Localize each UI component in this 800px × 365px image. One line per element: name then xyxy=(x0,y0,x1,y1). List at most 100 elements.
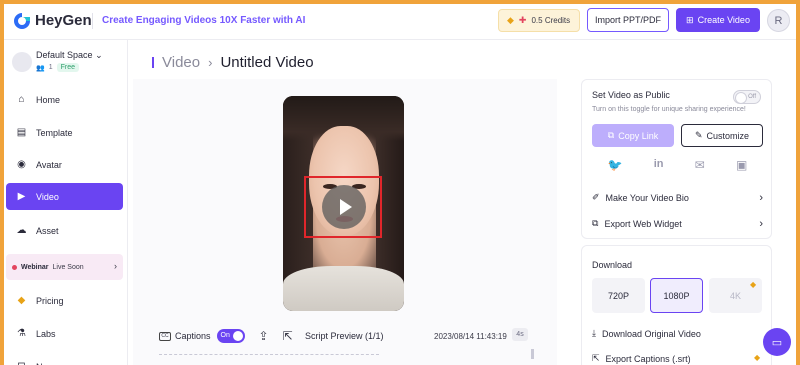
credits-text: 0.5 Credits xyxy=(531,16,571,25)
avatar-icon: ◉ xyxy=(17,159,26,170)
mail-icon[interactable]: ✉ xyxy=(695,158,705,172)
app-window: HeyGen Create Engaging Videos 10X Faster… xyxy=(4,4,796,365)
template-icon: ▤ xyxy=(16,127,27,138)
labs-icon: ⚗ xyxy=(17,328,26,339)
copy-link-button[interactable]: ⧉ Copy Link xyxy=(592,124,674,147)
video-icon: ▶ xyxy=(17,191,26,202)
export-captions-link[interactable]: ⇱ Export Captions (.srt) xyxy=(592,353,763,364)
script-preview-label[interactable]: Script Preview (1/1) xyxy=(305,331,384,341)
download-panel: Download 720P 1080P 4K ◆ ⤓ Download Orig… xyxy=(581,245,772,365)
tagline: Create Engaging Videos 10X Faster with A… xyxy=(102,15,306,26)
top-header: HeyGen Create Engaging Videos 10X Faster… xyxy=(4,4,796,40)
linkedin-icon[interactable]: in xyxy=(654,158,664,172)
heygen-logo-icon[interactable] xyxy=(13,12,31,30)
sidebar-item-pricing[interactable]: ◆ Pricing xyxy=(6,287,123,314)
gem-icon: ◆ xyxy=(507,15,514,25)
export-icon: ⇱ xyxy=(592,353,600,363)
credits-badge[interactable]: ◆ ✚ 0.5 Credits xyxy=(498,9,580,32)
member-count: 1 xyxy=(48,64,53,71)
chevron-right-icon: › xyxy=(759,217,763,230)
plan-badge: Free xyxy=(56,63,80,72)
video-date: 2023/08/14 11:43:19 xyxy=(434,332,507,341)
sidebar-item-label: Video xyxy=(36,191,59,202)
sidebar-item-label: Pricing xyxy=(36,295,64,306)
chevron-down-icon: ⌄ xyxy=(95,50,103,60)
customize-label: Customize xyxy=(706,130,750,141)
sidebar-item-template[interactable]: ▤ Template xyxy=(6,119,123,146)
sidebar-item-home[interactable]: ⌂ Home xyxy=(6,86,123,113)
sidebar-item-video[interactable]: ▶ Video xyxy=(6,183,123,210)
duration-badge: 4s xyxy=(512,328,528,341)
space-switcher[interactable]: Default Space ⌄ xyxy=(36,50,103,61)
premium-gem-icon: ◆ xyxy=(754,353,761,362)
twitter-icon[interactable]: 🐦 xyxy=(608,158,623,172)
sidebar-item-label: Template xyxy=(36,127,73,138)
create-video-button[interactable]: ⊞ Create Video xyxy=(676,8,760,32)
space-icon xyxy=(12,52,32,72)
home-icon: ⌂ xyxy=(18,94,25,105)
sidebar-item-label: Home xyxy=(36,94,61,105)
edit-icon: ✎ xyxy=(694,130,703,140)
asset-icon: ☁ xyxy=(16,225,27,236)
sidebar-item-label: Labs xyxy=(36,328,56,339)
copy-icon: ⧉ xyxy=(607,130,615,140)
copy-link-label: Copy Link xyxy=(618,130,659,141)
import-ppt-button[interactable]: Import PPT/PDF xyxy=(587,8,669,32)
sidebar-item-asset[interactable]: ☁ Asset xyxy=(6,217,123,244)
embed-icon[interactable]: ▣ xyxy=(736,158,747,172)
chevron-right-icon: › xyxy=(208,55,213,70)
breadcrumb-section[interactable]: Video xyxy=(162,54,200,71)
bio-label: Make Your Video Bio xyxy=(605,192,689,203)
play-icon xyxy=(340,199,352,215)
resolution-1080p[interactable]: 1080P xyxy=(650,278,703,313)
sidebar: Default Space ⌄ 👥 1 Free ⌂ Home ▤ Templa… xyxy=(4,40,128,365)
webinar-label: Webinar xyxy=(21,263,49,271)
presenter-shirt xyxy=(283,266,404,311)
public-title: Set Video as Public xyxy=(592,90,670,100)
captions-toggle[interactable]: On xyxy=(216,329,245,343)
webinar-status: Live Soon xyxy=(52,263,84,271)
news-icon: ⊡ xyxy=(16,361,27,365)
script-line xyxy=(159,354,379,362)
header-divider xyxy=(92,13,93,29)
widget-label: Export Web Widget xyxy=(604,218,682,229)
gift-icon: ✚ xyxy=(518,15,527,25)
sidebar-item-avatar[interactable]: ◉ Avatar xyxy=(6,151,123,178)
export-web-widget-link[interactable]: ⧉ Export Web Widget › xyxy=(592,217,763,230)
download-original-link[interactable]: ⤓ Download Original Video xyxy=(592,328,763,339)
customize-button[interactable]: ✎ Customize xyxy=(681,124,763,147)
captions-label: Captions xyxy=(175,331,211,341)
live-dot-icon xyxy=(12,264,17,270)
chat-support-button[interactable]: ▭ xyxy=(763,328,791,356)
share-panel: Set Video as Public Turn on this toggle … xyxy=(581,79,772,239)
scrollbar-thumb[interactable] xyxy=(531,349,534,359)
breadcrumb-accent xyxy=(152,57,154,68)
upload-icon[interactable]: ⇪ xyxy=(259,329,269,343)
webinar-banner[interactable]: Webinar Live Soon › xyxy=(6,254,123,280)
download-original-label: Download Original Video xyxy=(601,328,701,339)
premium-gem-icon: ◆ xyxy=(750,280,757,289)
sidebar-item-news[interactable]: ⊡ N xyxy=(6,353,123,365)
user-avatar[interactable]: R xyxy=(767,9,790,32)
chevron-right-icon: › xyxy=(114,261,117,271)
export-captions-label: Export Captions (.srt) xyxy=(605,353,691,364)
share-icon[interactable]: ⇱ xyxy=(283,329,293,343)
logo-text[interactable]: HeyGen xyxy=(35,12,92,29)
space-meta: 👥 1 Free xyxy=(36,63,80,72)
page-title[interactable]: Untitled Video xyxy=(220,54,313,71)
widget-icon: ⧉ xyxy=(592,218,599,228)
sidebar-item-labs[interactable]: ⚗ Labs xyxy=(6,320,123,347)
pricing-icon: ◆ xyxy=(17,295,26,306)
play-button[interactable] xyxy=(322,185,366,229)
chat-icon: ▭ xyxy=(771,336,783,349)
create-plus-icon: ⊞ xyxy=(686,14,694,25)
captions-icon: CC xyxy=(159,331,171,341)
chevron-right-icon: › xyxy=(759,191,763,204)
sidebar-item-label: N xyxy=(36,362,43,365)
player-toolbar: CC Captions On ⇪ ⇱ xyxy=(159,326,293,346)
public-toggle[interactable]: Off xyxy=(733,90,761,104)
resolution-720p[interactable]: 720P xyxy=(592,278,645,313)
public-subtitle: Turn on this toggle for unique sharing e… xyxy=(592,106,746,113)
make-video-bio-link[interactable]: ✐ Make Your Video Bio › xyxy=(592,191,763,204)
create-video-label: Create Video xyxy=(697,15,750,25)
